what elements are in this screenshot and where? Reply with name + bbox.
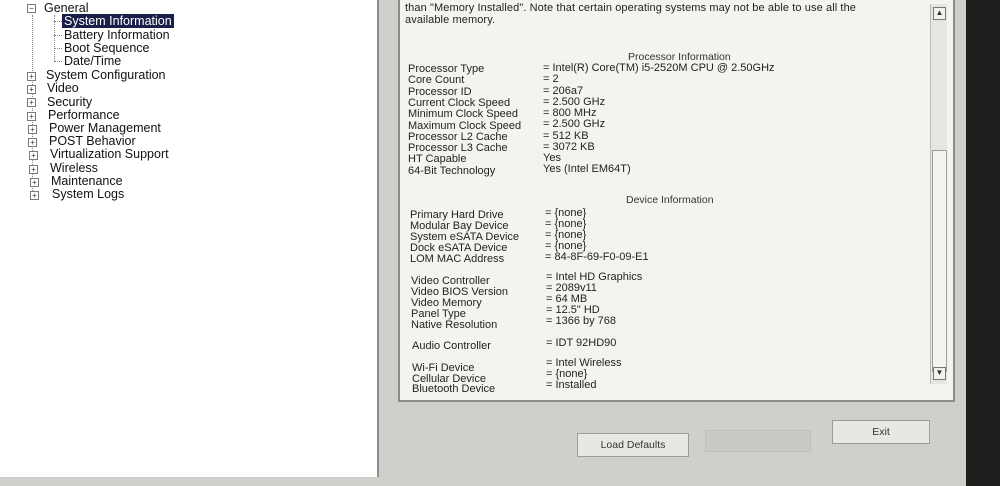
load-defaults-button[interactable]: Load Defaults bbox=[577, 433, 689, 457]
settings-tree: − General System Information Battery Inf… bbox=[0, 0, 379, 477]
device-info-heading: Device Information bbox=[626, 194, 714, 206]
info-value: = 2.500 GHz bbox=[543, 118, 606, 130]
expand-icon[interactable]: + bbox=[27, 98, 36, 107]
intro-text: available memory. bbox=[405, 14, 496, 26]
expand-icon[interactable]: + bbox=[30, 178, 39, 187]
expand-icon[interactable]: + bbox=[28, 125, 37, 134]
info-label: Native Resolution bbox=[411, 319, 498, 331]
info-value: = Intel(R) Core(TM) i5-2520M CPU @ 2.50G… bbox=[543, 62, 775, 74]
tree-item-post-behavior[interactable]: POST Behavior bbox=[49, 134, 136, 148]
tree-item-security[interactable]: Security bbox=[47, 95, 92, 109]
info-value: = 1366 by 768 bbox=[546, 315, 617, 327]
info-label: LOM MAC Address bbox=[410, 253, 505, 265]
tree-line bbox=[54, 35, 62, 36]
info-value: = 2 bbox=[543, 73, 559, 85]
expand-icon[interactable]: + bbox=[27, 112, 36, 121]
expand-icon[interactable]: + bbox=[27, 72, 36, 81]
expand-icon[interactable]: + bbox=[27, 85, 36, 94]
info-label: Bluetooth Device bbox=[412, 383, 496, 395]
system-information-panel: than "Memory Installed". Note that certa… bbox=[398, 0, 955, 402]
info-label: 64-Bit Technology bbox=[408, 165, 496, 177]
collapse-icon[interactable]: − bbox=[27, 4, 36, 13]
info-label: Minimum Clock Speed bbox=[408, 108, 519, 120]
tree-line bbox=[54, 21, 62, 22]
info-label: HT Capable bbox=[408, 153, 467, 165]
tree-item-general[interactable]: General bbox=[44, 1, 88, 15]
tree-line bbox=[54, 48, 62, 49]
tree-item-boot-sequence[interactable]: Boot Sequence bbox=[64, 41, 150, 55]
scroll-up-icon[interactable]: ▲ bbox=[933, 7, 946, 20]
tree-item-wireless[interactable]: Wireless bbox=[50, 161, 98, 175]
info-scrollbar[interactable]: ▲ ▼ bbox=[930, 4, 947, 384]
tree-item-system-configuration[interactable]: System Configuration bbox=[46, 68, 166, 82]
info-value: Yes (Intel EM64T) bbox=[543, 163, 631, 175]
expand-icon[interactable]: + bbox=[28, 138, 37, 147]
tree-item-power-management[interactable]: Power Management bbox=[49, 121, 161, 135]
expand-icon[interactable]: + bbox=[29, 151, 38, 160]
tree-item-performance[interactable]: Performance bbox=[48, 108, 120, 122]
info-value: = 84-8F-69-F0-09-E1 bbox=[545, 251, 649, 263]
tree-item-battery-information[interactable]: Battery Information bbox=[64, 28, 170, 42]
tree-item-video[interactable]: Video bbox=[47, 81, 79, 95]
info-value: = IDT 92HD90 bbox=[546, 337, 617, 349]
tree-item-virtualization-support[interactable]: Virtualization Support bbox=[50, 147, 169, 161]
info-label: Core Count bbox=[408, 74, 465, 86]
tree-line bbox=[54, 61, 62, 62]
tree-item-date-time[interactable]: Date/Time bbox=[64, 54, 121, 68]
scroll-down-icon[interactable]: ▼ bbox=[933, 367, 946, 380]
tree-item-maintenance[interactable]: Maintenance bbox=[51, 174, 123, 188]
info-value: = Installed bbox=[546, 379, 597, 391]
exit-button[interactable]: Exit bbox=[832, 420, 930, 444]
tree-item-system-logs[interactable]: System Logs bbox=[52, 187, 124, 201]
disabled-button bbox=[705, 430, 811, 452]
info-label: Audio Controller bbox=[412, 340, 491, 352]
tree-item-system-information[interactable]: System Information bbox=[62, 14, 174, 28]
expand-icon[interactable]: + bbox=[29, 165, 38, 174]
screen-bezel bbox=[966, 0, 1000, 486]
intro-text: than "Memory Installed". Note that certa… bbox=[405, 2, 857, 14]
expand-icon[interactable]: + bbox=[30, 191, 39, 200]
scroll-thumb[interactable] bbox=[932, 150, 947, 372]
